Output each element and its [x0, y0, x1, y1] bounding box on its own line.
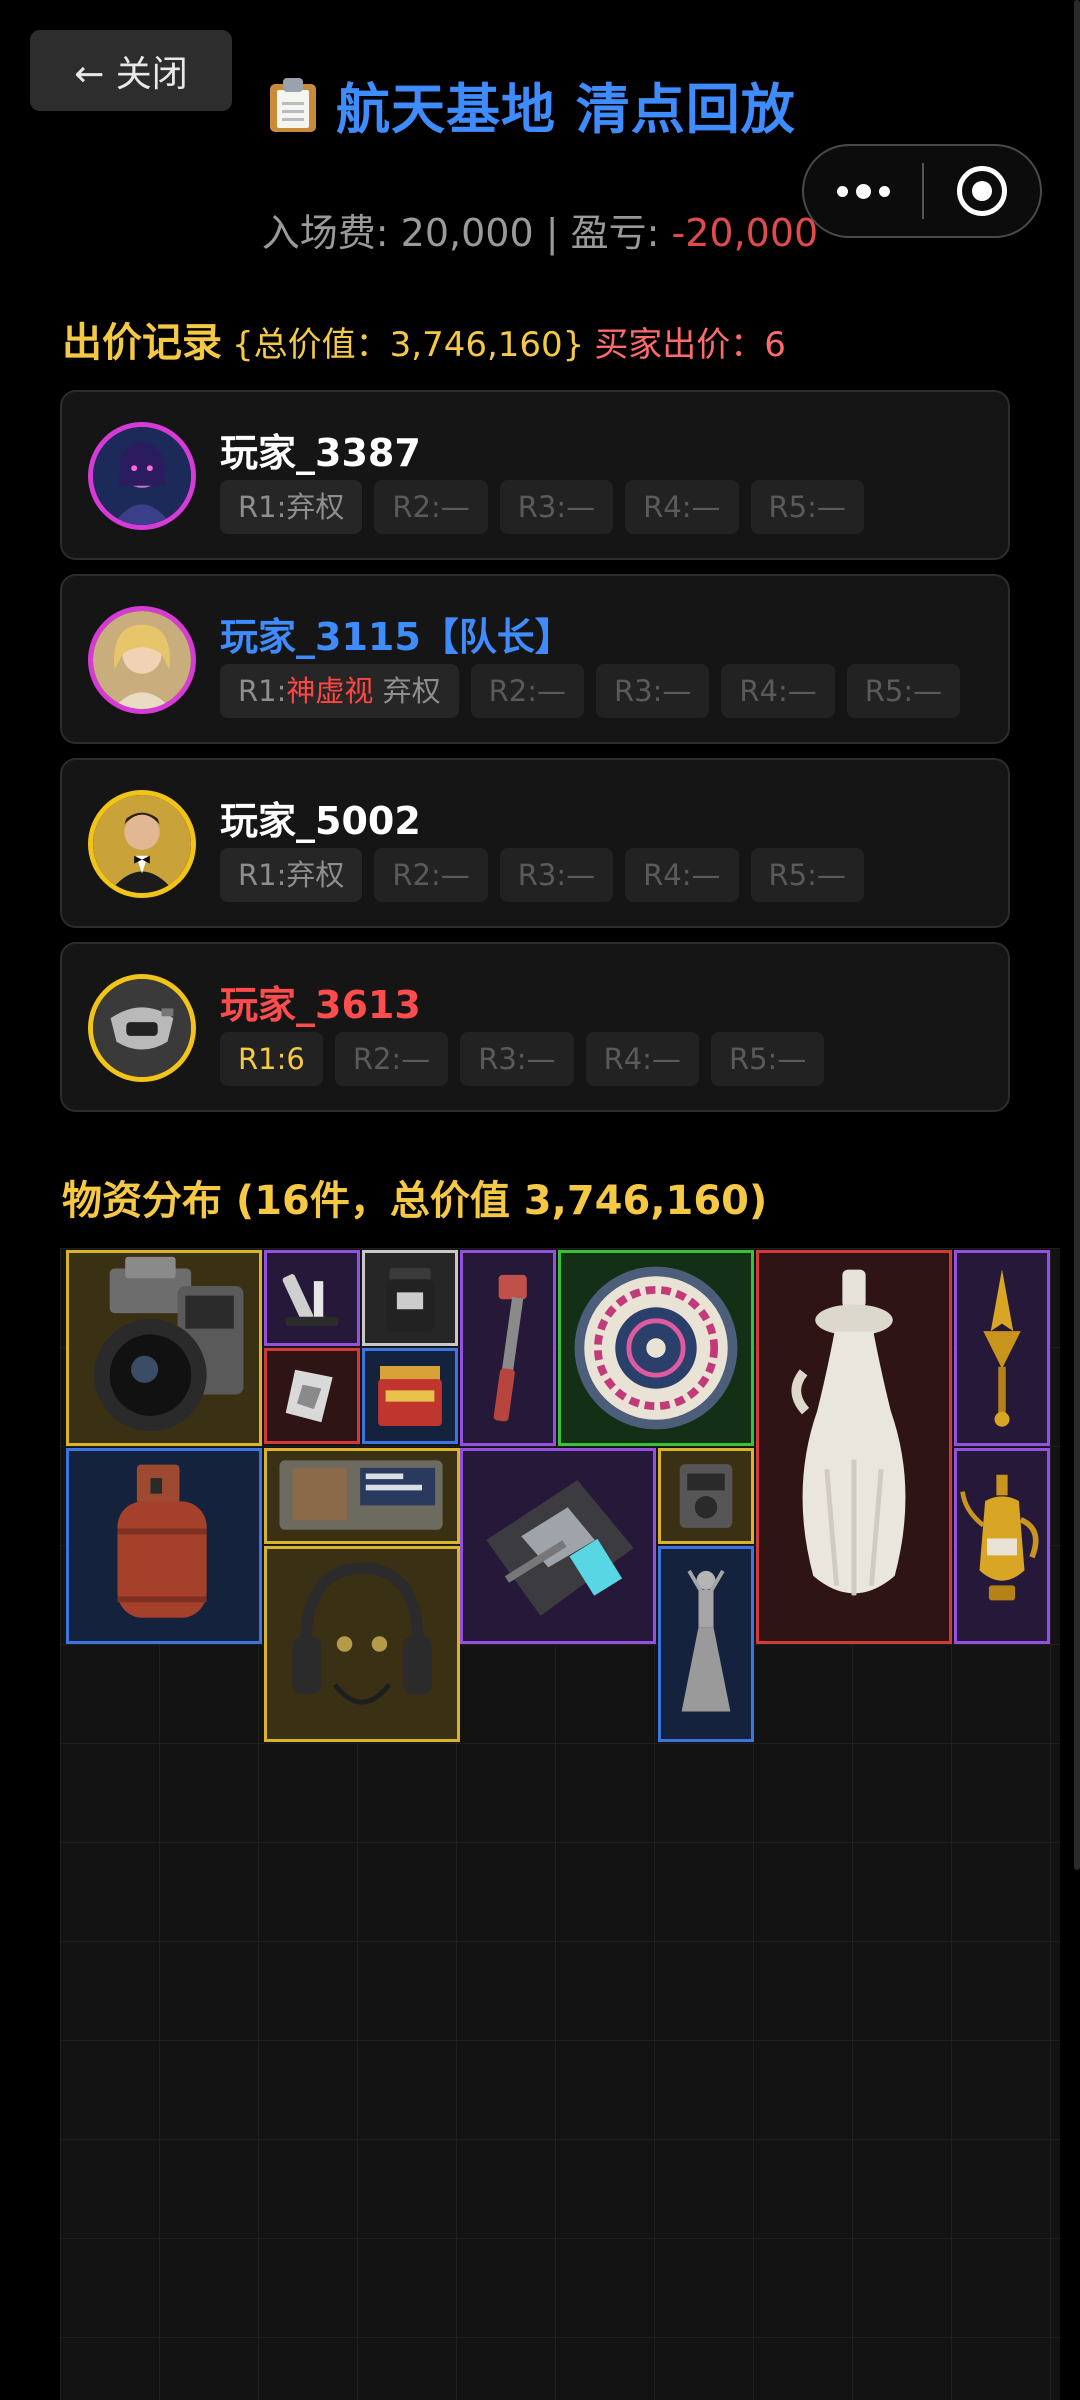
item-dancer-statue[interactable] [658, 1546, 754, 1742]
round-chip: R5:— [750, 480, 864, 534]
round-chip: R2:— [374, 848, 488, 902]
round-chip: R2:— [470, 664, 584, 718]
avatar-helmet [88, 974, 196, 1082]
round-highlight: 神虚视 [286, 674, 374, 708]
round-list: R1:神虚视 弃权 R2:— R3:— R4:— R5:— [220, 664, 961, 718]
bid-record-title: 出价记录 [62, 320, 222, 366]
round-chip: R3:— [460, 1032, 574, 1086]
round-chip: R1:弃权 [220, 848, 363, 902]
page-title: 航天基地 清点回放 [268, 62, 796, 146]
clipboard-icon [268, 76, 318, 132]
avatar-blonde [88, 606, 196, 714]
profit-value: -20,000 [671, 211, 819, 255]
item-supplement-jar[interactable] [362, 1250, 458, 1346]
player-name: 玩家_3613 [220, 983, 421, 1027]
item-tea-tin[interactable] [362, 1348, 458, 1444]
round-list: R1:6 R2:— R3:— R4:— R5:— [220, 1032, 825, 1086]
fee-label: 入场费: 20,000 | 盈亏: [261, 211, 672, 255]
scrollbar[interactable] [1074, 0, 1080, 1870]
items-header: 物资分布 (16件，总价值 3,746,160) [62, 1168, 767, 1226]
item-porcelain-vase[interactable] [756, 1250, 952, 1644]
item-gas-tank[interactable] [66, 1448, 262, 1644]
round-chip: R5:— [750, 848, 864, 902]
round-chip: R5:— [846, 664, 961, 718]
round-prefix: R1: [238, 674, 287, 708]
item-radio-device[interactable] [658, 1448, 754, 1544]
buyer-bid: 买家出价：6 [594, 325, 786, 365]
player-card: 玩家_3387 R1:弃权 R2:— R3:— R4:— R5:— [60, 390, 1010, 560]
page-title-text: 航天基地 清点回放 [336, 77, 796, 141]
player-card: 玩家_5002 R1:弃权 R2:— R3:— R4:— R5:— [60, 758, 1010, 928]
round-chip: R2:— [334, 1032, 449, 1086]
item-gun-scope[interactable] [264, 1250, 360, 1346]
item-motherboard[interactable] [460, 1448, 656, 1644]
round-suffix: 弃权 [373, 674, 441, 708]
round-chip: R3:— [499, 480, 614, 534]
item-grid [60, 1248, 1060, 2400]
round-chip: R1:神虚视 弃权 [220, 664, 459, 718]
item-golden-teapot[interactable] [954, 1448, 1050, 1644]
item-headset[interactable] [264, 1546, 460, 1742]
round-chip: R3:— [595, 664, 710, 718]
round-chip: R4:— [625, 480, 739, 534]
items-title: 物资分布 (16件，总价值 3,746,160) [62, 1178, 768, 1224]
close-button[interactable]: ← 关闭 [30, 30, 232, 111]
round-chip: R2:— [374, 480, 488, 534]
round-list: R1:弃权 R2:— R3:— R4:— R5:— [220, 480, 864, 534]
round-chip: R4:— [721, 664, 835, 718]
item-usb-drive[interactable] [264, 1348, 360, 1444]
round-chip: R4:— [625, 848, 739, 902]
player-name: 玩家_3387 [220, 431, 421, 475]
round-chip: R1:弃权 [220, 480, 363, 534]
item-pipe-wrench[interactable] [460, 1250, 556, 1446]
round-chip: R4:— [585, 1032, 699, 1086]
player-card: 玩家_3115【队长】 R1:神虚视 弃权 R2:— R3:— R4:— R5:— [60, 574, 1010, 744]
round-list: R1:弃权 R2:— R3:— R4:— R5:— [220, 848, 864, 902]
round-chip: R1:6 [220, 1032, 323, 1086]
avatar-tuxedo-man [88, 790, 196, 898]
player-card: 玩家_3613 R1:6 R2:— R3:— R4:— R5:— [60, 942, 1010, 1112]
round-chip: R5:— [710, 1032, 825, 1086]
avatar-neon-girl [88, 422, 196, 530]
player-name: 玩家_3115【队长】 [220, 615, 573, 659]
player-name: 玩家_5002 [220, 799, 421, 843]
bid-total-value: {总价值：3,746,160} [232, 325, 585, 365]
round-chip: R3:— [499, 848, 614, 902]
item-golden-ornament[interactable] [954, 1250, 1050, 1446]
bid-record-header: 出价记录 {总价值：3,746,160} 买家出价：6 [62, 310, 786, 368]
item-electronic-device[interactable] [264, 1448, 460, 1544]
item-camera[interactable] [66, 1250, 262, 1446]
entry-fee-line: 入场费: 20,000 | 盈亏: -20,000 [0, 202, 1080, 257]
item-ornate-plate[interactable] [558, 1250, 754, 1446]
